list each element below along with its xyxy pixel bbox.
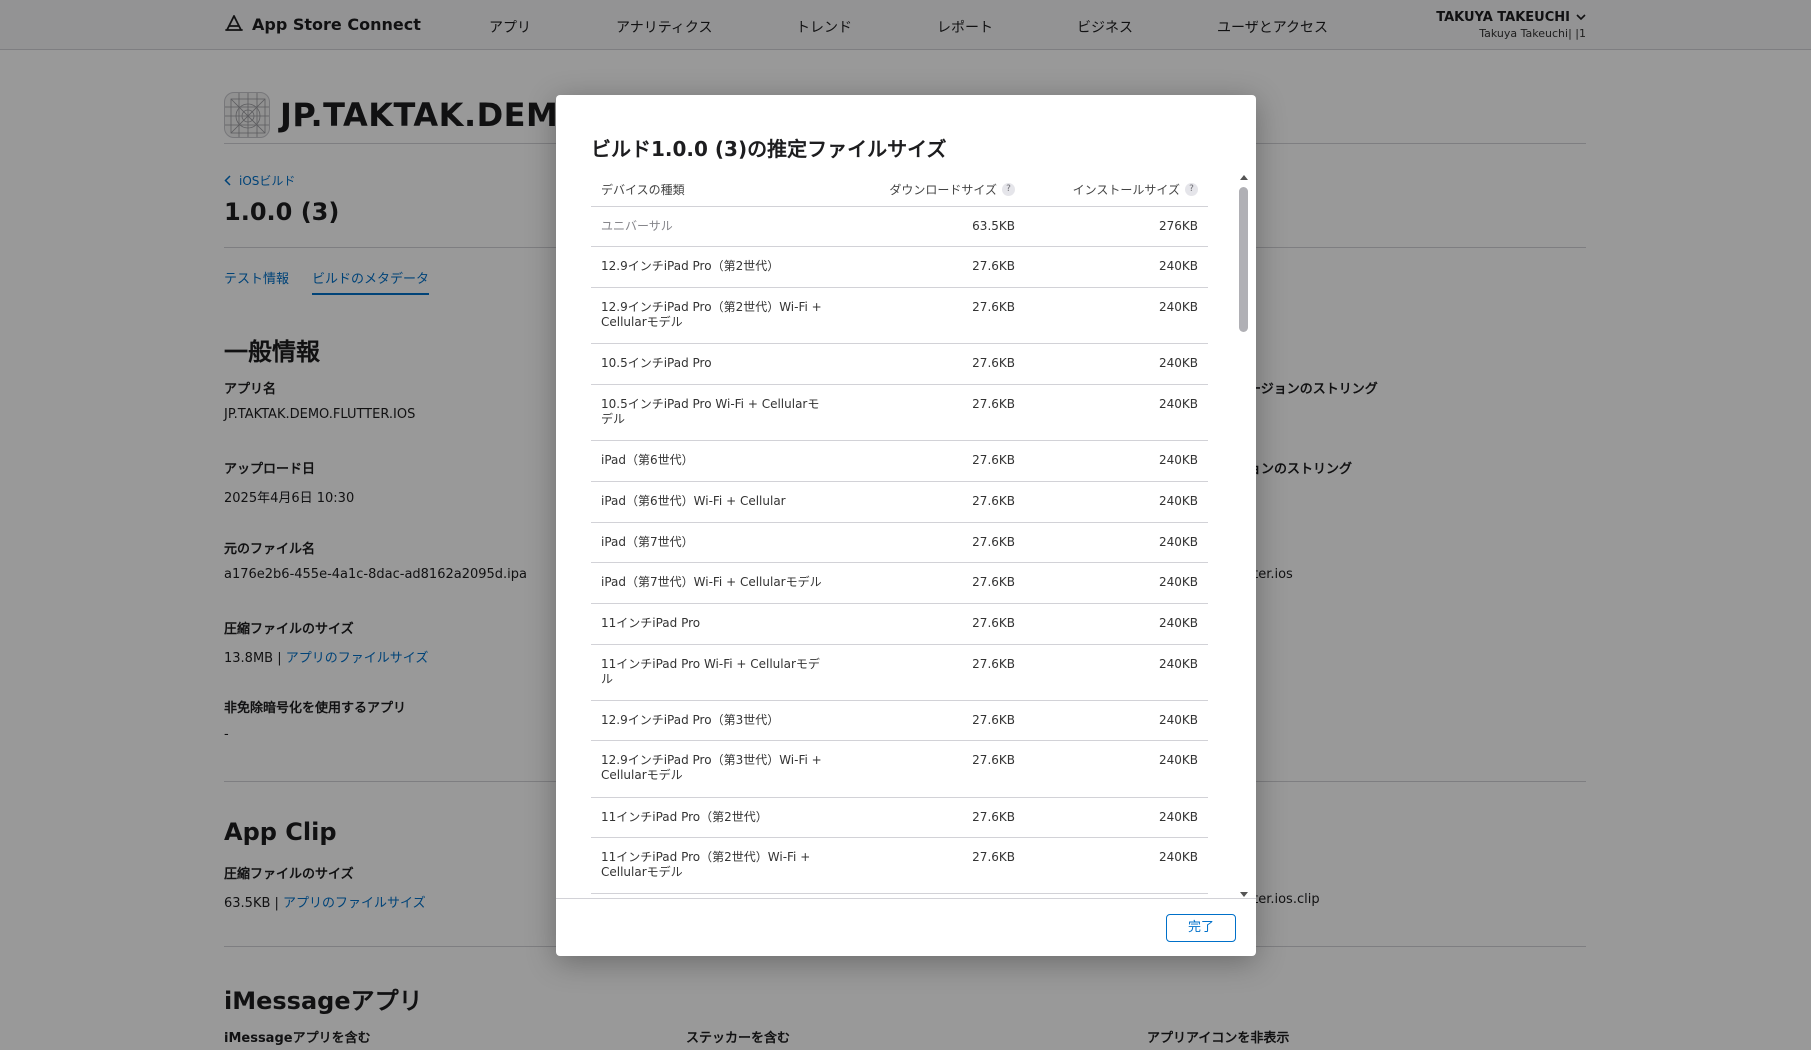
device-type-cell: iPad（第7世代）Wi-Fi + Cellularモデル	[601, 575, 822, 589]
table-row: 11インチiPad Pro Wi-Fi + Cellularモデル 27.6KB…	[591, 645, 1208, 701]
column-install-label: インストールサイズ	[1072, 183, 1180, 197]
column-download-label: ダウンロードサイズ	[889, 183, 997, 197]
device-type-cell: iPad（第6世代）Wi-Fi + Cellular	[601, 494, 786, 508]
device-type-cell: 12.9インチiPad Pro（第3世代）Wi-Fi + Cellularモデル	[601, 753, 822, 782]
download-size-cell: 27.6KB	[972, 657, 1015, 671]
install-size-cell: 240KB	[1158, 356, 1198, 370]
help-icon[interactable]: ?	[1185, 183, 1198, 196]
device-type-cell: 10.5インチiPad Pro	[601, 356, 712, 370]
download-size-cell: 27.6KB	[972, 616, 1015, 630]
download-size-cell: 27.6KB	[972, 713, 1015, 727]
scroll-down-arrow-icon[interactable]	[1240, 892, 1248, 897]
install-size-cell: 240KB	[1158, 494, 1198, 508]
install-size-cell: 240KB	[1158, 850, 1198, 864]
table-row: 11インチiPad Pro（第2世代） 27.6KB 240KB	[591, 798, 1208, 838]
download-size-cell: 27.6KB	[972, 453, 1015, 467]
install-size-cell: 240KB	[1158, 300, 1198, 314]
install-size-cell: 240KB	[1158, 575, 1198, 589]
download-size-cell: 27.6KB	[972, 850, 1015, 864]
device-type-cell: 12.9インチiPad Pro（第2世代）Wi-Fi + Cellularモデル	[601, 300, 822, 329]
download-size-cell: 27.6KB	[972, 494, 1015, 508]
download-size-cell: 63.5KB	[972, 219, 1015, 233]
column-device-label: デバイスの種類	[601, 183, 685, 197]
install-size-cell: 240KB	[1158, 753, 1198, 767]
install-size-cell: 276KB	[1158, 219, 1198, 233]
install-size-cell: 240KB	[1158, 657, 1198, 671]
device-type-cell: 10.5インチiPad Pro Wi-Fi + Cellularモデル	[601, 397, 820, 426]
column-device-type: デバイスの種類	[601, 181, 685, 198]
table-row: 12.9インチiPad Pro（第3世代）Wi-Fi + Cellularモデル…	[591, 741, 1208, 798]
download-size-cell: 27.6KB	[972, 397, 1015, 411]
download-size-cell: 27.6KB	[972, 300, 1015, 314]
device-type-cell: 12.9インチiPad Pro（第2世代）	[601, 259, 780, 273]
download-size-cell: 27.6KB	[972, 810, 1015, 824]
table-row: 10.5インチiPad Pro Wi-Fi + Cellularモデル 27.6…	[591, 385, 1208, 441]
install-size-cell: 240KB	[1158, 616, 1198, 630]
table-row: iPad（第7世代）Wi-Fi + Cellularモデル 27.6KB 240…	[591, 563, 1208, 604]
device-type-cell: 12.9インチiPad Pro（第3世代）	[601, 713, 780, 727]
table-row: iPad（第6世代）Wi-Fi + Cellular 27.6KB 240KB	[591, 482, 1208, 523]
table-scrollbar[interactable]	[1238, 175, 1250, 897]
device-type-cell: 11インチiPad Pro（第2世代）Wi-Fi + Cellularモデル	[601, 850, 811, 879]
table-row: 11インチiPad Pro 27.6KB 240KB	[591, 604, 1208, 645]
done-button[interactable]: 完了	[1166, 914, 1236, 942]
column-download-size: ダウンロードサイズ ?	[889, 181, 1015, 198]
install-size-cell: 240KB	[1158, 535, 1198, 549]
download-size-cell: 27.6KB	[972, 356, 1015, 370]
install-size-cell: 240KB	[1158, 259, 1198, 273]
scroll-up-arrow-icon[interactable]	[1240, 175, 1248, 180]
device-type-cell: iPad（第7世代）	[601, 535, 694, 549]
install-size-cell: 240KB	[1158, 713, 1198, 727]
device-type-cell: 11インチiPad Pro（第2世代）	[601, 810, 768, 824]
help-icon[interactable]: ?	[1002, 183, 1015, 196]
file-size-table: デバイスの種類 ダウンロードサイズ ? インストールサイズ ? ユニバーサル 6…	[591, 169, 1208, 894]
device-type-cell: iPad（第6世代）	[601, 453, 694, 467]
dialog-footer-divider	[556, 898, 1256, 899]
download-size-cell: 27.6KB	[972, 259, 1015, 273]
file-size-dialog: ビルド1.0.0 (3)の推定ファイルサイズ デバイスの種類 ダウンロードサイズ…	[556, 95, 1256, 956]
table-row: iPad（第6世代） 27.6KB 240KB	[591, 441, 1208, 482]
table-row: ユニバーサル 63.5KB 276KB	[591, 207, 1208, 247]
download-size-cell: 27.6KB	[972, 535, 1015, 549]
table-row: iPad（第7世代） 27.6KB 240KB	[591, 523, 1208, 563]
install-size-cell: 240KB	[1158, 453, 1198, 467]
column-install-size: インストールサイズ ?	[1073, 181, 1198, 198]
table-row: 11インチiPad Pro（第2世代）Wi-Fi + Cellularモデル 2…	[591, 838, 1208, 894]
device-type-cell: 11インチiPad Pro	[601, 616, 701, 630]
install-size-cell: 240KB	[1158, 810, 1198, 824]
download-size-cell: 27.6KB	[972, 575, 1015, 589]
table-row: 12.9インチiPad Pro（第2世代） 27.6KB 240KB	[591, 247, 1208, 288]
device-type-cell: 11インチiPad Pro Wi-Fi + Cellularモデル	[601, 657, 820, 686]
install-size-cell: 240KB	[1158, 397, 1198, 411]
scrollbar-thumb[interactable]	[1239, 187, 1248, 332]
table-row: 12.9インチiPad Pro（第2世代）Wi-Fi + Cellularモデル…	[591, 288, 1208, 344]
download-size-cell: 27.6KB	[972, 753, 1015, 767]
table-header: デバイスの種類 ダウンロードサイズ ? インストールサイズ ?	[591, 169, 1208, 207]
dialog-title: ビルド1.0.0 (3)の推定ファイルサイズ	[591, 137, 947, 161]
table-row: 10.5インチiPad Pro 27.6KB 240KB	[591, 344, 1208, 385]
table-row: 12.9インチiPad Pro（第3世代） 27.6KB 240KB	[591, 701, 1208, 741]
device-type-cell: ユニバーサル	[601, 219, 673, 233]
